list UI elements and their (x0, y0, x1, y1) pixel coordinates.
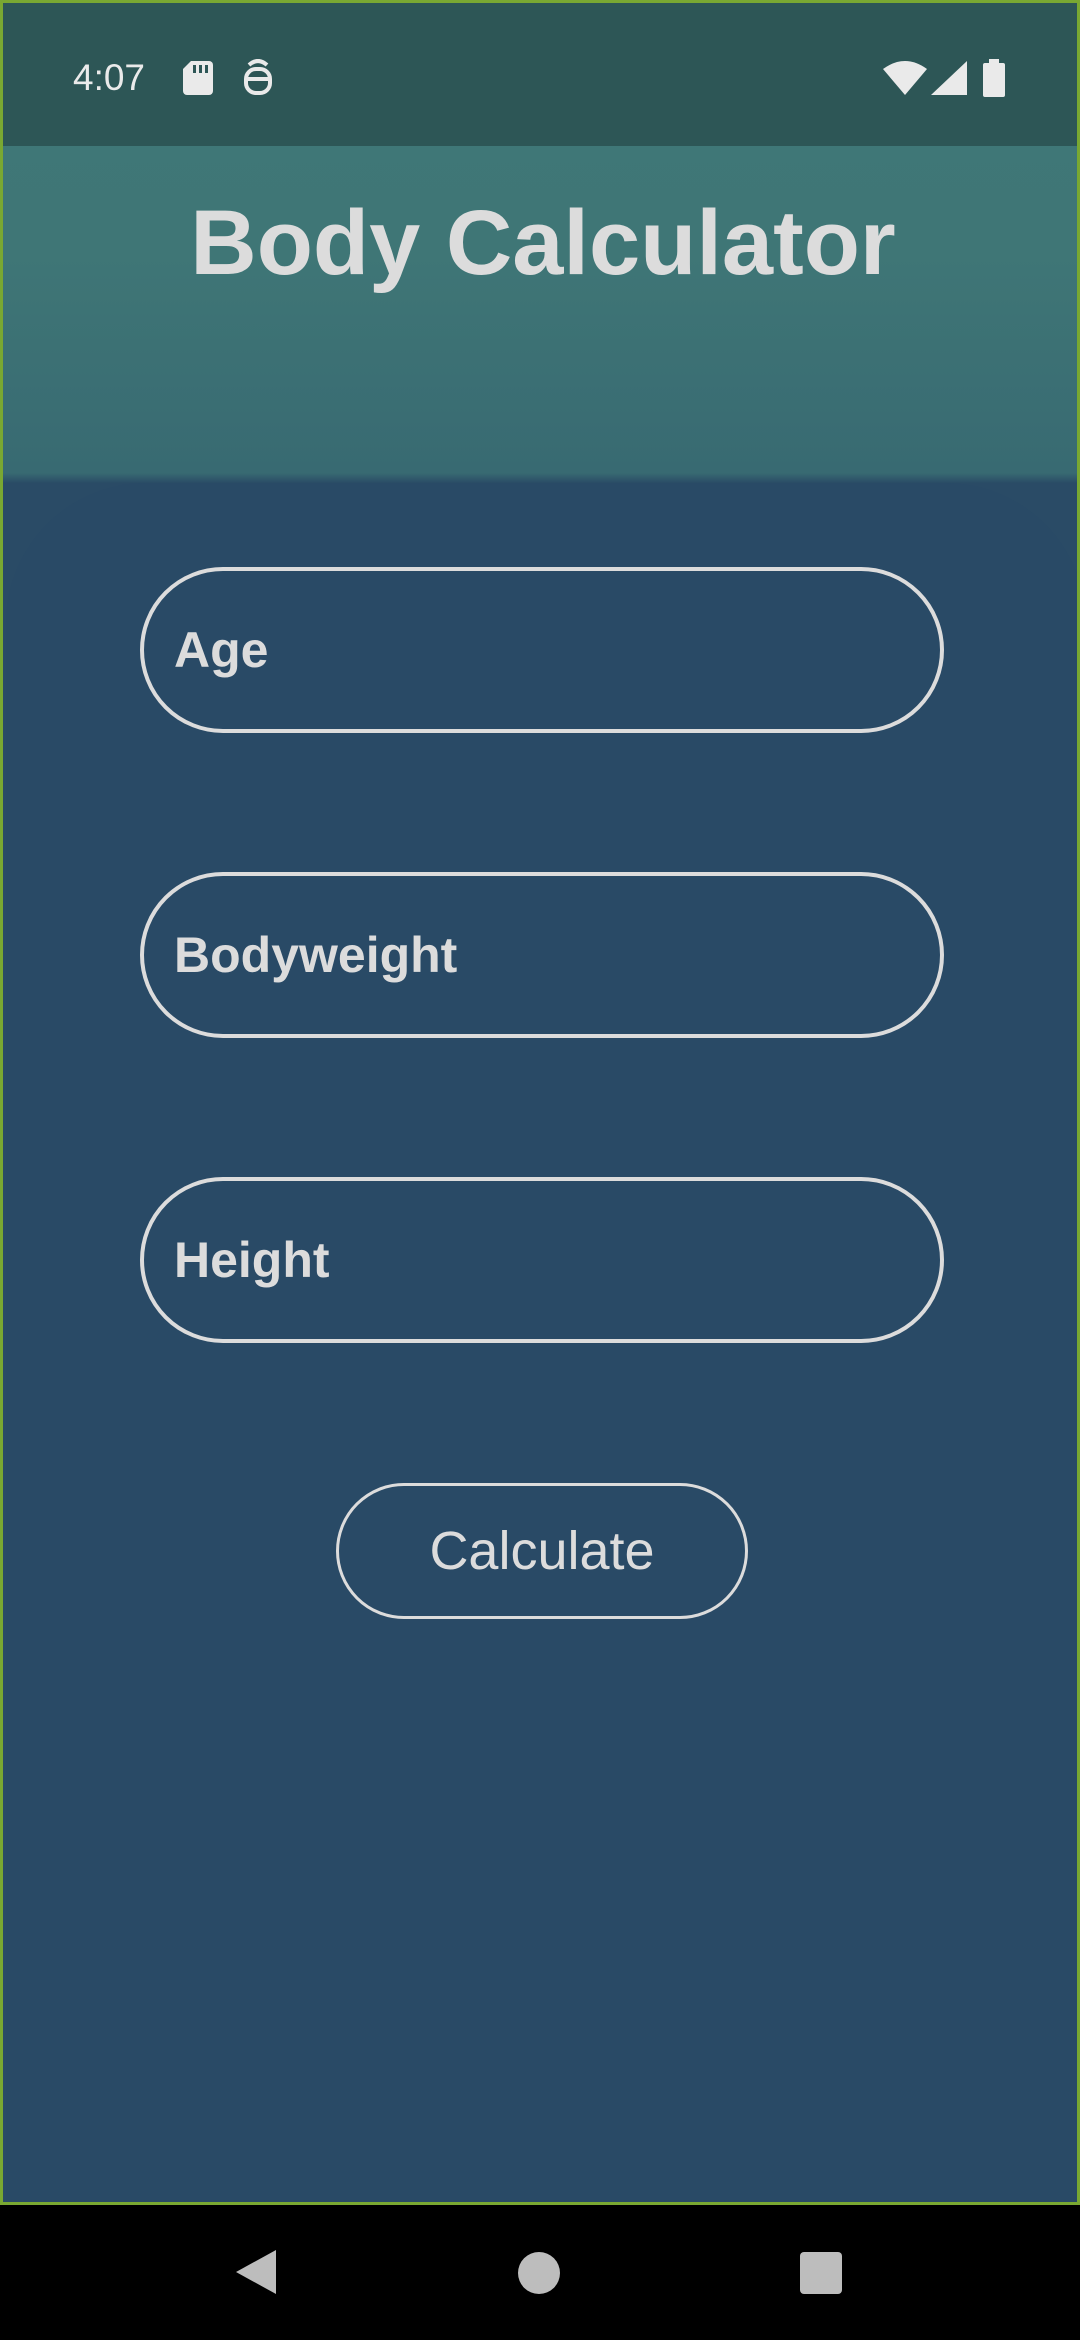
status-time: 4:07 (73, 57, 146, 98)
face-icon (244, 59, 272, 95)
signal-icon (931, 61, 967, 95)
recents-icon[interactable] (800, 2252, 842, 2294)
battery-icon (983, 59, 1005, 97)
page-title: Body Calculator (190, 192, 896, 294)
form-card (6, 483, 1077, 2202)
calculate-button[interactable]: Calculate (336, 1483, 748, 1619)
sd-card-icon (183, 61, 213, 95)
bodyweight-input[interactable]: Bodyweight (140, 872, 944, 1038)
home-icon[interactable] (518, 2252, 560, 2294)
age-input[interactable]: Age (140, 567, 944, 733)
wifi-icon (883, 61, 927, 95)
status-bar: 4:07 (3, 3, 1077, 146)
height-input[interactable]: Height (140, 1177, 944, 1343)
back-icon[interactable] (236, 2250, 276, 2294)
app-screen: 4:07 Body Calculator Age Bodyweight Heig… (0, 0, 1080, 2205)
